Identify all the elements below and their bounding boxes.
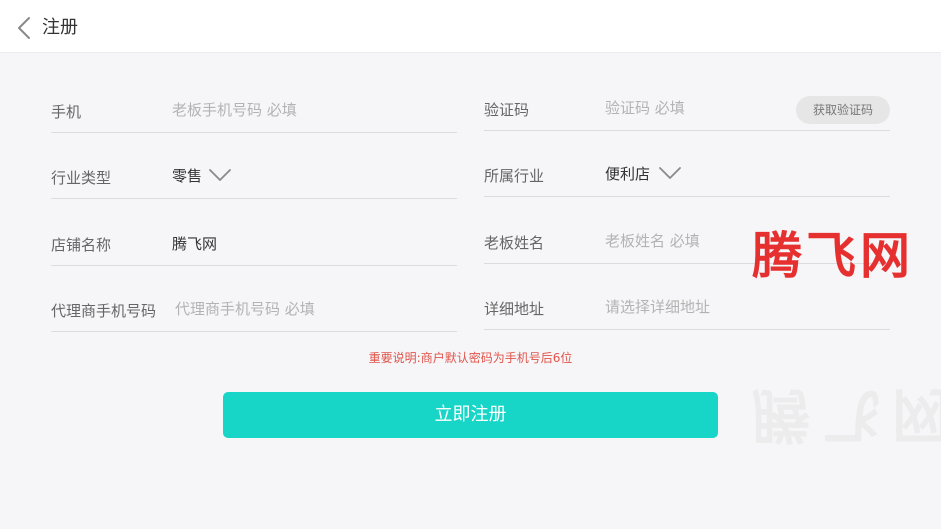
- chevron-down-icon[interactable]: [208, 168, 232, 182]
- chevron-down-icon[interactable]: [658, 166, 682, 180]
- code-label: 验证码: [484, 101, 530, 119]
- agent-phone-label: 代理商手机号码: [51, 302, 157, 320]
- get-code-button[interactable]: 获取验证码: [796, 96, 890, 124]
- agent-phone-row: 代理商手机号码: [51, 288, 457, 332]
- industry-row[interactable]: 所属行业 便利店: [484, 153, 890, 197]
- watermark-logo: 腾飞网: [752, 226, 914, 285]
- industry-label: 所属行业: [484, 167, 545, 185]
- agent-phone-input[interactable]: [175, 298, 405, 320]
- phone-label: 手机: [51, 103, 82, 121]
- register-button[interactable]: 立即注册: [223, 392, 718, 438]
- owner-name-label: 老板姓名: [484, 234, 545, 252]
- code-row: 验证码 获取验证码: [484, 87, 890, 131]
- industry-value[interactable]: 便利店: [605, 163, 650, 185]
- phone-row: 手机: [51, 89, 457, 133]
- phone-input[interactable]: [172, 99, 412, 121]
- address-input[interactable]: [605, 296, 845, 318]
- industry-type-value[interactable]: 零售: [172, 165, 202, 187]
- industry-type-row[interactable]: 行业类型 零售: [51, 155, 457, 199]
- address-row[interactable]: 详细地址: [484, 286, 890, 330]
- page-title: 注册: [42, 17, 78, 38]
- address-label: 详细地址: [484, 300, 545, 318]
- store-name-input[interactable]: [172, 232, 412, 254]
- industry-type-label: 行业类型: [51, 169, 112, 187]
- password-notice: 重要说明:商户默认密码为手机号后6位: [368, 351, 573, 365]
- code-input[interactable]: [605, 97, 775, 119]
- chevron-left-icon[interactable]: [15, 16, 35, 40]
- watermark-reflection: 腾飞网: [752, 381, 941, 449]
- store-name-row: 店铺名称: [51, 222, 457, 266]
- top-bar: 注册: [0, 0, 941, 53]
- store-name-label: 店铺名称: [51, 236, 112, 254]
